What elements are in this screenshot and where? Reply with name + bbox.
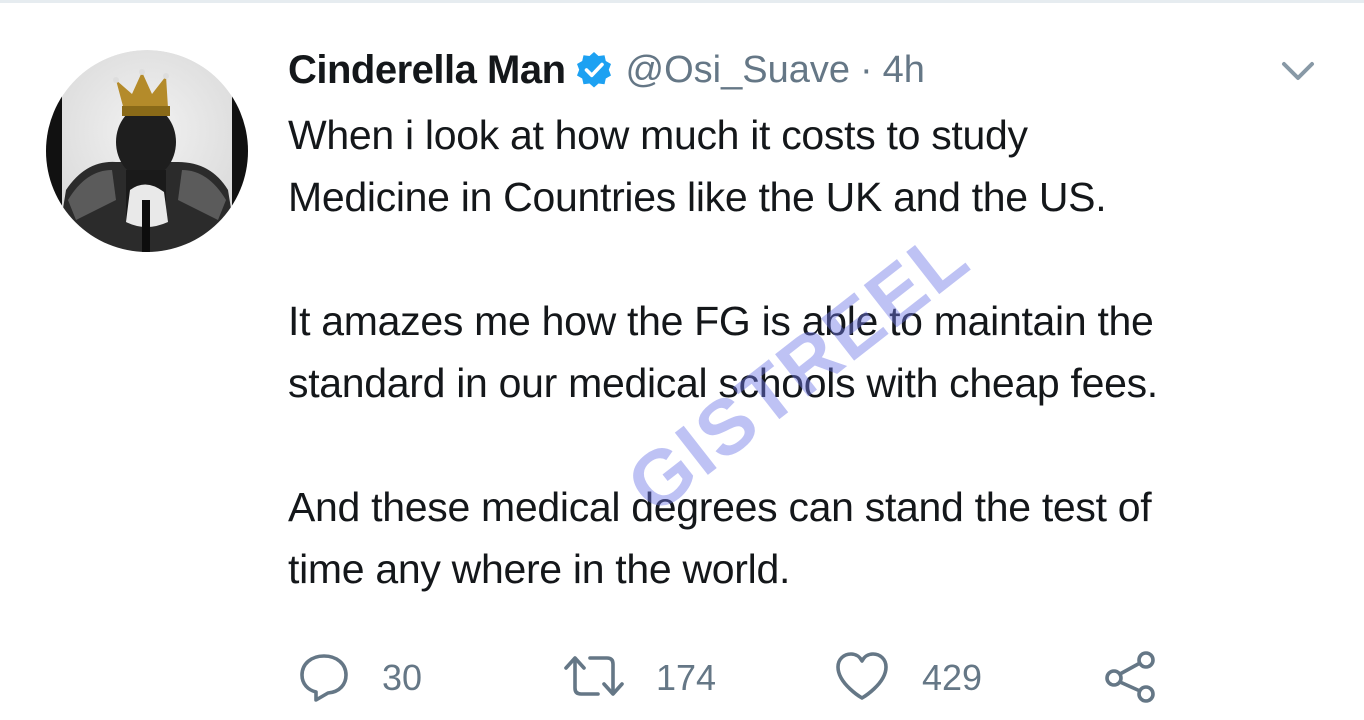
tweet-line: When i look at how much it costs to stud… xyxy=(288,112,1028,158)
tweet-line: Medicine in Countries like the UK and th… xyxy=(288,174,1107,220)
tweet-paragraph-3: And these medical degrees can stand the … xyxy=(288,476,1338,600)
share-button[interactable] xyxy=(1100,648,1160,708)
chevron-down-icon[interactable] xyxy=(1278,56,1318,86)
tweet-body: When i look at how much it costs to stud… xyxy=(288,104,1338,600)
tweet-paragraph-2: It amazes me how the FG is able to maint… xyxy=(288,290,1338,414)
tweet-actions: 30 174 429 xyxy=(296,648,1196,708)
reply-button[interactable]: 30 xyxy=(296,648,422,708)
heart-icon xyxy=(832,648,892,709)
like-count: 429 xyxy=(922,657,983,698)
like-button[interactable]: 429 xyxy=(832,648,982,708)
avatar-image xyxy=(46,50,248,252)
tweet-line: It amazes me how the FG is able to maint… xyxy=(288,298,1154,344)
retweet-count: 174 xyxy=(656,657,717,698)
reply-count: 30 xyxy=(382,657,423,698)
retweet-button[interactable]: 174 xyxy=(562,648,716,708)
tweet-timestamp[interactable]: 4h xyxy=(883,49,925,92)
header-separator: · xyxy=(859,48,873,91)
tweet-line: And these medical degrees can stand the … xyxy=(288,484,1152,530)
tweet-line: time any where in the world. xyxy=(288,546,791,592)
share-icon xyxy=(1100,648,1160,709)
verified-badge-icon xyxy=(574,50,614,90)
tweet-paragraph-1: When i look at how much it costs to stud… xyxy=(288,104,1338,228)
display-name[interactable]: Cinderella Man xyxy=(288,48,566,93)
tweet-card[interactable]: Cinderella Man @Osi_Suave · 4h When i lo… xyxy=(0,0,1364,720)
tweet-header: Cinderella Man @Osi_Suave · 4h xyxy=(288,42,925,98)
user-handle[interactable]: @Osi_Suave xyxy=(626,49,850,92)
retweet-icon xyxy=(562,648,626,709)
tweet-line: standard in our medical schools with che… xyxy=(288,360,1158,406)
reply-icon xyxy=(296,648,352,709)
avatar[interactable] xyxy=(46,50,248,252)
